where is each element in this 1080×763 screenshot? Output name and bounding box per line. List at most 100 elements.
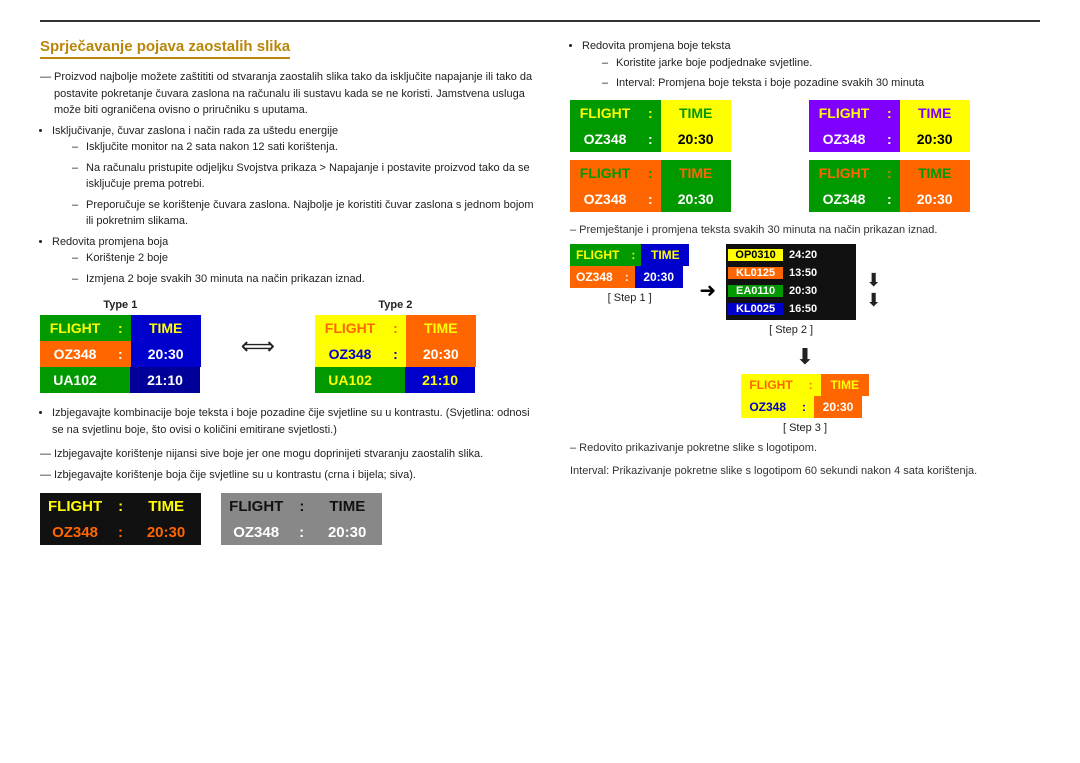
t2-time1: 20:30: [406, 341, 476, 367]
right-board-1: FLIGHT : TIME OZ348 : 20:30: [570, 100, 801, 152]
s3-colon-h: :: [801, 374, 821, 396]
step2-row-3: EA0110 20:30: [728, 282, 854, 300]
bb-colon-d: :: [110, 519, 131, 545]
t2-colon-header: :: [385, 315, 406, 341]
step2-display: OP0310 24:20 KL0125 13:50 EA0110 20:30: [726, 244, 856, 320]
down-arrows: ⬇ ⬇: [866, 271, 881, 309]
s2-time-3: 20:30: [783, 285, 823, 297]
emdash2: Izbjegavajte korištenje boja čije svjetl…: [40, 467, 540, 484]
gb-colon-d: :: [291, 519, 312, 545]
s1-time-d: 20:30: [635, 266, 683, 288]
rb1-colon-d: :: [640, 126, 661, 152]
t1-colon1: :: [110, 341, 131, 367]
s2-code-2: KL0125: [728, 267, 783, 279]
type2-label: Type 2: [315, 299, 476, 311]
gb-time-d: 20:30: [312, 519, 382, 545]
bottom-note-main: – Redovito prikazivanje pokretne slike s…: [570, 440, 1040, 457]
steps-section: FLIGHT : TIME OZ348 : 20:30 [ Step 1 ] ➜: [570, 244, 1040, 434]
gb-flight: FLIGHT: [221, 493, 291, 519]
rb4-time-d: 20:30: [900, 186, 970, 212]
gb-colon-h: :: [291, 493, 312, 519]
s3-colon-d: :: [794, 396, 814, 418]
step2-row-2: KL0125 13:50: [728, 264, 854, 282]
step2-row-1: OP0310 24:20: [728, 246, 854, 264]
step3-wrapper: ⬇ FLIGHT : TIME OZ348 : 20:30 [ Step 3 ]: [570, 344, 1040, 434]
s2-code-3: EA0110: [728, 285, 783, 297]
step1-label: [ Step 1 ]: [570, 292, 689, 304]
s1-time: TIME: [641, 244, 689, 266]
step3-label: [ Step 3 ]: [783, 422, 827, 434]
rb4-time: TIME: [900, 160, 970, 186]
t1-time1: 20:30: [131, 341, 201, 367]
bb-flight: FLIGHT: [40, 493, 110, 519]
t2-ua-row: UA102: [315, 367, 385, 393]
rb2-time-d: 20:30: [900, 126, 970, 152]
t2-flight-header: FLIGHT: [315, 315, 385, 341]
intro-text: Proizvod najbolje možete zaštititi od st…: [40, 69, 540, 119]
step2-label: [ Step 2 ]: [726, 324, 856, 336]
gb-time: TIME: [312, 493, 382, 519]
t2-colon1: :: [385, 341, 406, 367]
t2-time2: 21:10: [405, 367, 475, 393]
bullet-list-2: Izbjegavajte kombinacije boje teksta i b…: [52, 405, 540, 438]
bullet-list-1: Isključivanje, čuvar zaslona i način rad…: [52, 123, 540, 288]
s3-flight: FLIGHT: [741, 374, 800, 396]
step-arrow-1: ➜: [699, 278, 716, 303]
s1-oz: OZ348: [570, 266, 619, 288]
t2-colon2: [385, 367, 405, 393]
t1-oz-row1: OZ348: [40, 341, 110, 367]
right-bullet-list: Redovita promjena boje teksta Koristite …: [582, 38, 1040, 92]
t1-colon2: [110, 367, 130, 393]
bb-colon-h: :: [110, 493, 131, 519]
black-board: FLIGHT : TIME OZ348 : 20:30: [40, 493, 201, 545]
down-arrow-1: ⬇: [866, 271, 881, 289]
left-column: Sprječavanje pojava zaostalih slika Proi…: [40, 38, 540, 545]
t1-ua-row: UA102: [40, 367, 110, 393]
right-boards-grid: FLIGHT : TIME OZ348 : 20:30 FLIGHT : TIM…: [570, 100, 1040, 212]
bb-oz: OZ348: [40, 519, 110, 545]
rb2-colon-d: :: [879, 126, 900, 152]
t2-time-header: TIME: [406, 315, 476, 341]
rb2-oz: OZ348: [809, 126, 879, 152]
gray-board: FLIGHT : TIME OZ348 : 20:30: [221, 493, 382, 545]
right-dash-1: Koristite jarke boje podjednake svjetlin…: [602, 55, 1040, 72]
bb-time: TIME: [131, 493, 201, 519]
dash-item-1: Isključite monitor na 2 sata nakon 12 sa…: [72, 139, 540, 156]
type1-board: FLIGHT : TIME OZ348 : 20:30 UA102 21:10: [40, 315, 201, 393]
rb1-time: TIME: [661, 100, 731, 126]
section-title: Sprječavanje pojava zaostalih slika: [40, 38, 290, 59]
rb3-oz: OZ348: [570, 186, 640, 212]
right-board-2: FLIGHT : TIME OZ348 : 20:30: [809, 100, 1040, 152]
top-divider: [40, 20, 1040, 22]
right-bullet-1: Redovita promjena boje teksta Koristite …: [582, 38, 1040, 92]
s3-time-d: 20:30: [814, 396, 862, 418]
gb-oz: OZ348: [221, 519, 291, 545]
rb4-colon-h: :: [879, 160, 900, 186]
t2-oz-row1: OZ348: [315, 341, 385, 367]
scroll-note: – Premještanje i promjena teksta svakih …: [570, 222, 1040, 239]
dash-item-3: Preporučuje se korištenje čuvara zaslona…: [72, 197, 540, 230]
bullet-item-1: Isključivanje, čuvar zaslona i način rad…: [52, 123, 540, 230]
down-arrow-2: ⬇: [866, 291, 881, 309]
type-arrow: ⟺: [241, 332, 275, 361]
types-row: Type 1 FLIGHT : TIME OZ348 : 20:30 UA102: [40, 299, 540, 393]
rb1-flight: FLIGHT: [570, 100, 640, 126]
rb4-colon-d: :: [879, 186, 900, 212]
right-column: Redovita promjena boje teksta Koristite …: [570, 38, 1040, 545]
s2-time-2: 13:50: [783, 267, 823, 279]
s2-time-4: 16:50: [783, 303, 823, 315]
type1-section: Type 1 FLIGHT : TIME OZ348 : 20:30 UA102: [40, 299, 201, 393]
type1-label: Type 1: [40, 299, 201, 311]
step1-wrapper: FLIGHT : TIME OZ348 : 20:30 [ Step 1 ]: [570, 244, 689, 304]
steps-row-1: FLIGHT : TIME OZ348 : 20:30 [ Step 1 ] ➜: [570, 244, 1040, 336]
rb4-oz: OZ348: [809, 186, 879, 212]
type2-section: Type 2 FLIGHT : TIME OZ348 : 20:30 UA102: [315, 299, 476, 393]
rb4-flight: FLIGHT: [809, 160, 879, 186]
dash-item-5: Izmjena 2 boje svakih 30 minuta na način…: [72, 271, 540, 288]
step3-board: FLIGHT : TIME OZ348 : 20:30: [741, 374, 868, 418]
rb2-time: TIME: [900, 100, 970, 126]
right-dash-2: Interval: Promjena boje teksta i boje po…: [602, 75, 1040, 92]
t1-flight-header: FLIGHT: [40, 315, 110, 341]
step3-arrow-down: ⬇: [796, 344, 814, 370]
right-board-4: FLIGHT : TIME OZ348 : 20:30: [809, 160, 1040, 212]
